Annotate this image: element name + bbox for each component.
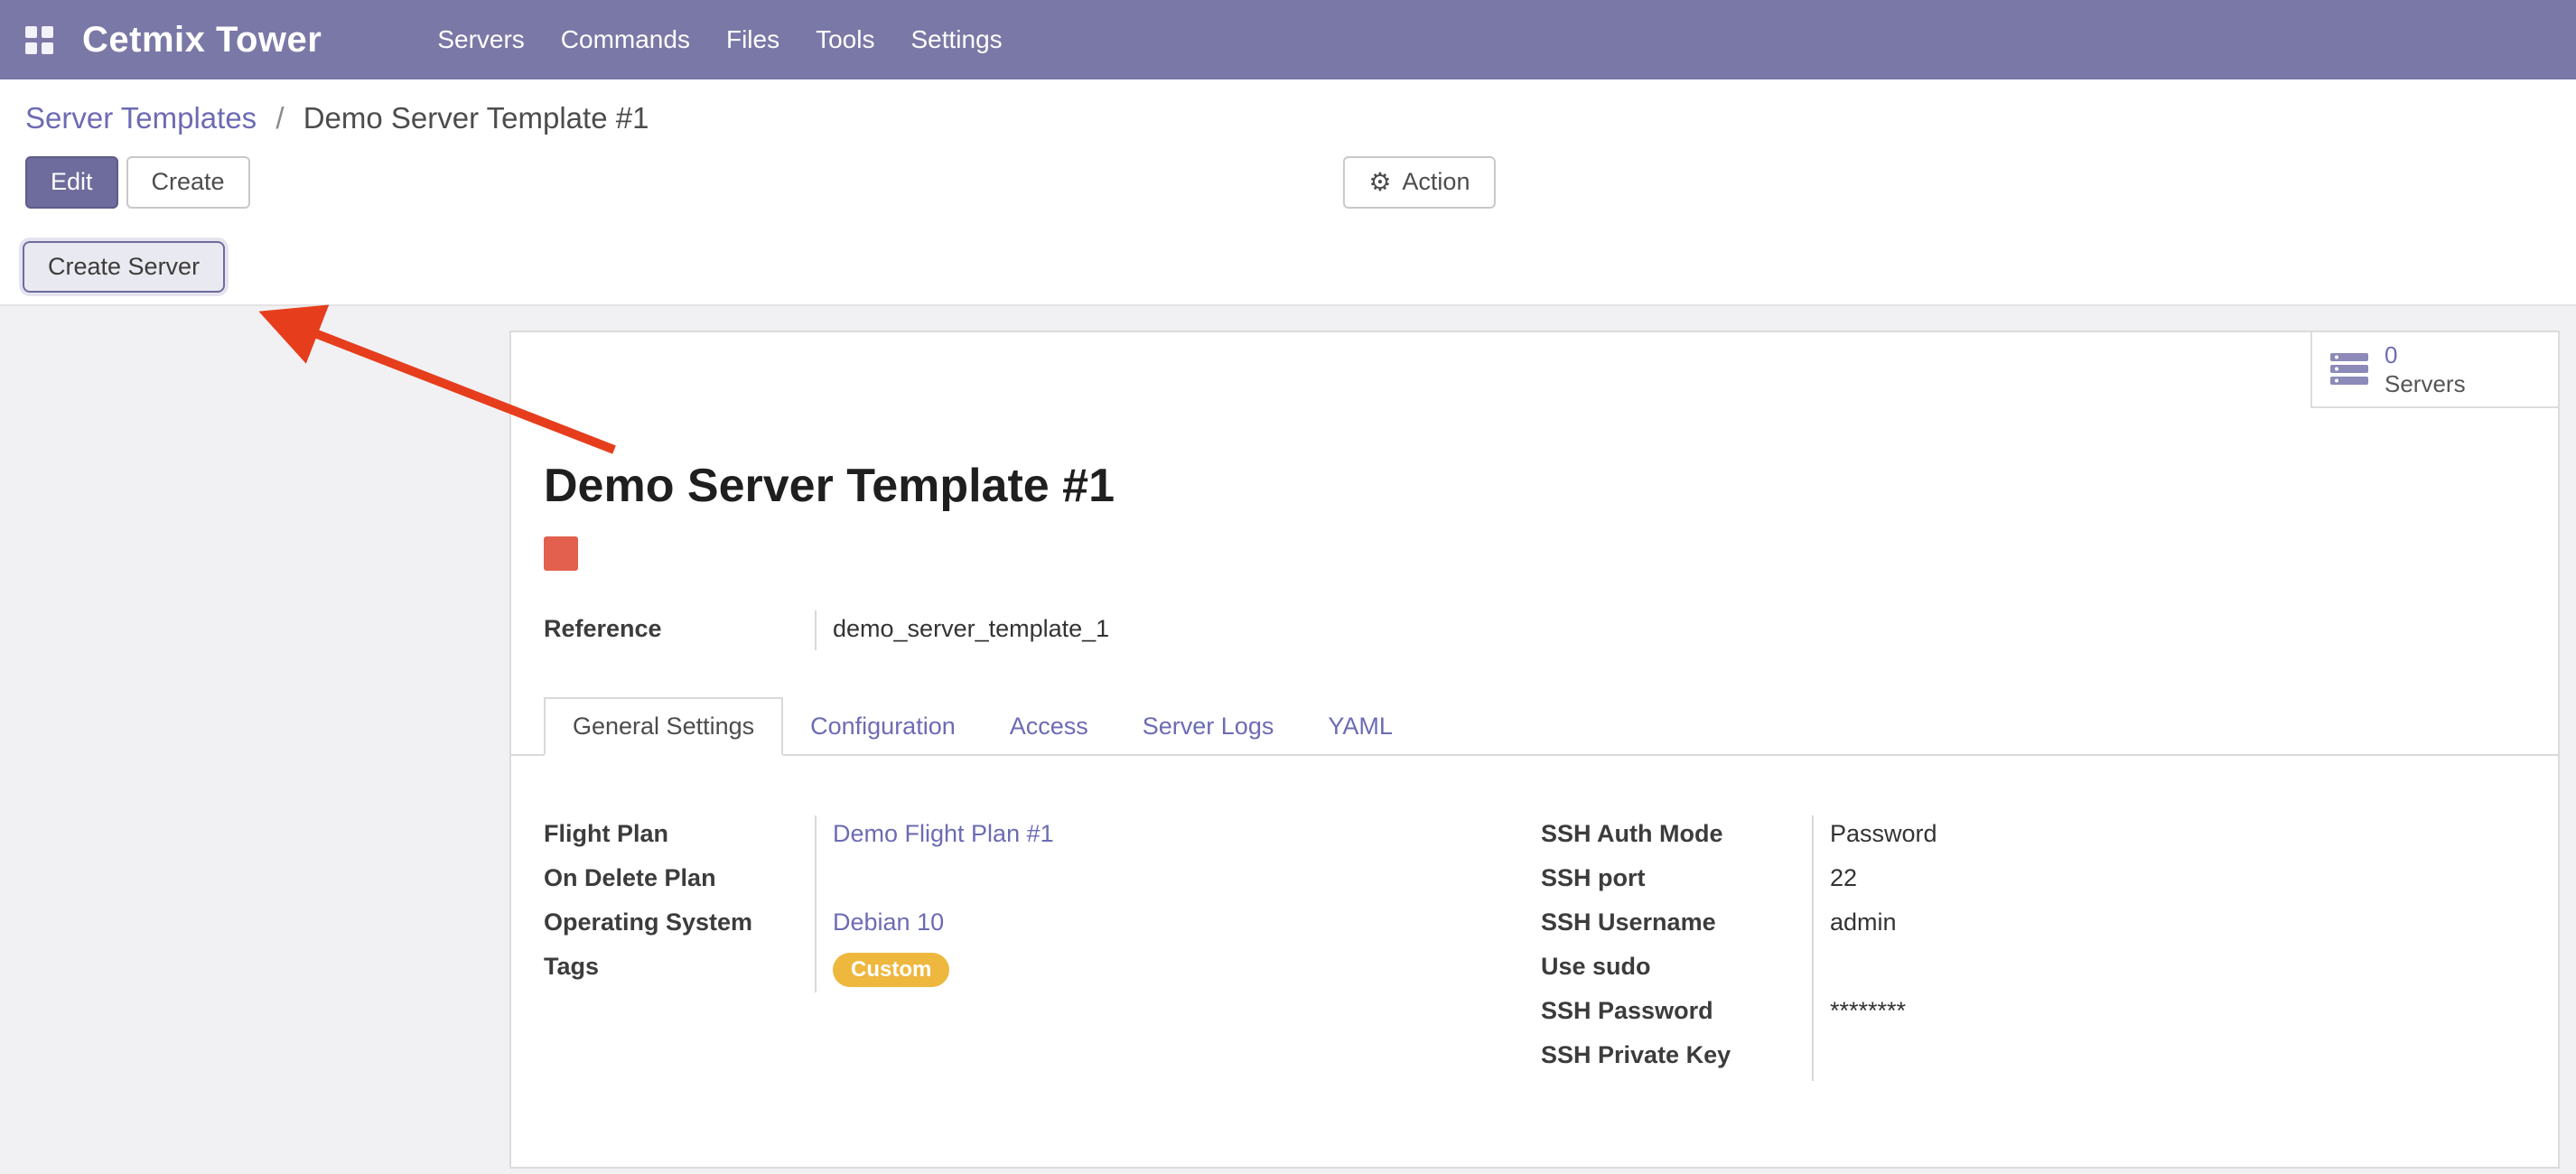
ssh-auth-mode-value: Password (1812, 815, 2525, 860)
tag-badge-custom[interactable]: Custom (833, 953, 949, 987)
breadcrumb: Server Templates / Demo Server Template … (25, 101, 2551, 135)
ssh-username-value: admin (1812, 904, 2525, 948)
tab-server-logs[interactable]: Server Logs (1115, 699, 1302, 754)
on-delete-plan-value (815, 860, 1541, 904)
operating-system-link[interactable]: Debian 10 (833, 908, 944, 936)
menu-item-settings[interactable]: Settings (892, 14, 1020, 65)
create-button[interactable]: Create (126, 156, 250, 208)
menu-item-tools[interactable]: Tools (798, 14, 892, 65)
action-menu-label: Action (1402, 168, 1470, 196)
servers-stat-text: 0 Servers (2385, 340, 2466, 399)
form-right-column: SSH Auth Mode Password SSH port 22 SSH U… (1541, 815, 2525, 1081)
use-sudo-label: Use sudo (1541, 948, 1812, 992)
page: Cetmix Tower Servers Commands Files Tool… (0, 0, 2576, 1174)
menu-item-files[interactable]: Files (708, 14, 798, 65)
field-row-ssh-password: SSH Password ******** (1541, 992, 2525, 1037)
top-navbar: Cetmix Tower Servers Commands Files Tool… (0, 0, 2576, 79)
on-delete-plan-label: On Delete Plan (544, 860, 815, 904)
server-icon (2329, 351, 2370, 387)
breadcrumb-parent-link[interactable]: Server Templates (25, 101, 257, 135)
control-panel-buttons: Edit Create ⚙ Action (25, 155, 2551, 210)
apps-grid-icon[interactable] (25, 26, 53, 54)
field-row-tags: Tags Custom (544, 948, 1541, 992)
field-row-on-delete-plan: On Delete Plan (544, 860, 1541, 904)
menu-item-commands[interactable]: Commands (543, 14, 708, 65)
color-swatch[interactable] (544, 536, 578, 571)
flight-plan-link[interactable]: Demo Flight Plan #1 (833, 820, 1054, 847)
servers-count: 0 (2385, 340, 2466, 370)
tab-access[interactable]: Access (983, 699, 1115, 754)
field-row-ssh-auth-mode: SSH Auth Mode Password (1541, 815, 2525, 860)
breadcrumb-separator: / (275, 101, 284, 135)
field-row-ssh-private-key: SSH Private Key (1541, 1037, 2525, 1081)
operating-system-label: Operating System (544, 904, 815, 948)
record-title: Demo Server Template #1 (544, 459, 2525, 513)
sheet-content: Demo Server Template #1 Reference demo_s… (511, 459, 2558, 1081)
ssh-password-value: ******** (1812, 992, 2525, 1037)
use-sudo-value (1812, 948, 2525, 992)
form-sheet: 0 Servers Demo Server Template #1 Refere… (509, 331, 2560, 1169)
field-row-use-sudo: Use sudo (1541, 948, 2525, 992)
operating-system-cell: Debian 10 (815, 904, 1541, 948)
reference-label: Reference (544, 610, 815, 650)
reference-value: demo_server_template_1 (815, 610, 2525, 650)
flight-plan-label: Flight Plan (544, 815, 815, 860)
form-left-column: Flight Plan Demo Flight Plan #1 On Delet… (544, 815, 1541, 1081)
field-row-operating-system: Operating System Debian 10 (544, 904, 1541, 948)
breadcrumb-current: Demo Server Template #1 (303, 101, 649, 135)
form-fields: Flight Plan Demo Flight Plan #1 On Delet… (544, 815, 2525, 1081)
tags-label: Tags (544, 948, 815, 992)
ssh-private-key-label: SSH Private Key (1541, 1037, 1812, 1081)
servers-stat-button[interactable]: 0 Servers (2310, 332, 2558, 408)
servers-stat-label: Servers (2385, 369, 2466, 399)
menu-item-servers[interactable]: Servers (419, 14, 542, 65)
ssh-port-label: SSH port (1541, 860, 1812, 904)
flight-plan-cell: Demo Flight Plan #1 (815, 815, 1541, 860)
field-row-flight-plan: Flight Plan Demo Flight Plan #1 (544, 815, 1541, 860)
statusbar: Create Server (0, 229, 2576, 306)
ssh-username-label: SSH Username (1541, 904, 1812, 948)
gear-icon: ⚙ (1368, 170, 1391, 195)
notebook-tabs: General Settings Configuration Access Se… (511, 697, 2558, 756)
tab-yaml[interactable]: YAML (1301, 699, 1420, 754)
app-brand[interactable]: Cetmix Tower (82, 20, 322, 61)
field-row-ssh-port: SSH port 22 (1541, 860, 2525, 904)
field-row-ssh-username: SSH Username admin (1541, 904, 2525, 948)
create-server-button[interactable]: Create Server (23, 241, 225, 293)
reference-row: Reference demo_server_template_1 (544, 610, 2525, 650)
tab-general-settings[interactable]: General Settings (544, 697, 783, 756)
main-menu: Servers Commands Files Tools Settings (419, 14, 1020, 65)
edit-button[interactable]: Edit (25, 156, 118, 208)
tags-cell: Custom (815, 948, 1541, 992)
content-area: 0 Servers Demo Server Template #1 Refere… (0, 306, 2576, 1174)
ssh-auth-mode-label: SSH Auth Mode (1541, 815, 1812, 860)
ssh-password-label: SSH Password (1541, 992, 1812, 1037)
control-panel: Server Templates / Demo Server Template … (0, 79, 2576, 229)
tab-configuration[interactable]: Configuration (783, 699, 983, 754)
ssh-port-value: 22 (1812, 860, 2525, 904)
ssh-private-key-value (1812, 1037, 2525, 1081)
action-menu-button[interactable]: ⚙ Action (1343, 156, 1495, 208)
